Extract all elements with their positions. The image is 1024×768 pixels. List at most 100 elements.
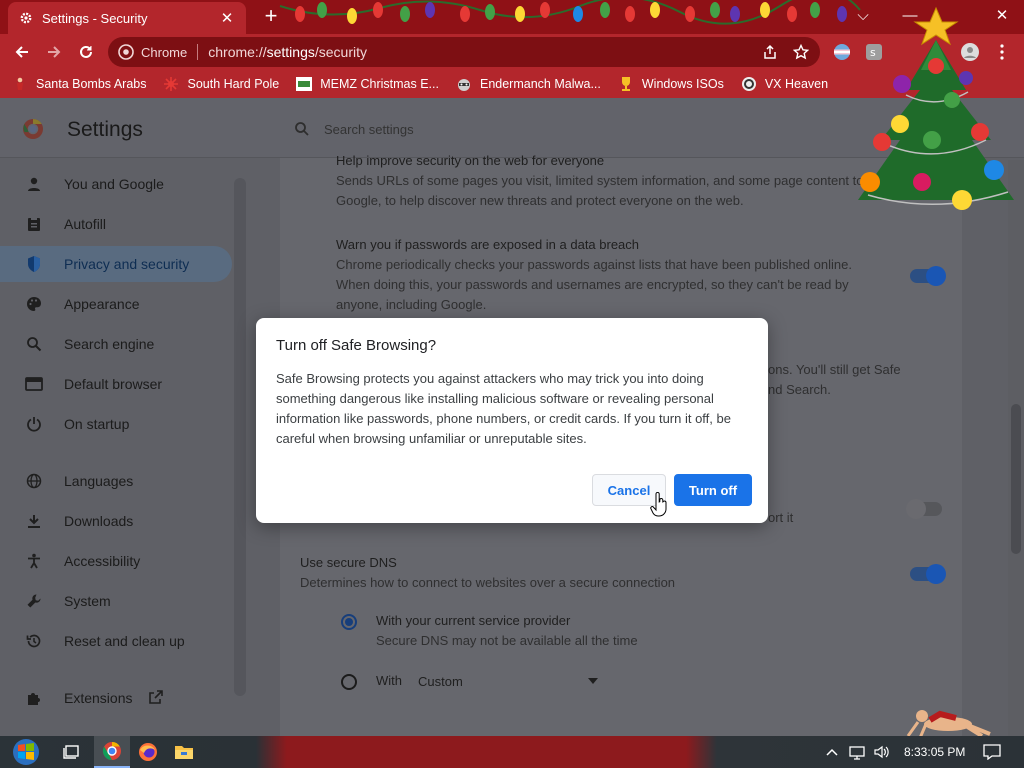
sidebar-item-search-engine[interactable]: Search engine	[0, 326, 232, 362]
browser-tab[interactable]: Settings - Security ✕	[8, 2, 246, 34]
settings-sidebar: You and Google Autofill Privacy and secu…	[0, 158, 250, 736]
volume-icon[interactable]	[873, 736, 891, 768]
task-view-button[interactable]	[54, 736, 90, 768]
raccoon-icon	[456, 76, 472, 92]
wrench-icon	[24, 591, 44, 611]
url-host: chrome://	[208, 44, 267, 60]
scrollbar-thumb[interactable]	[1011, 404, 1021, 554]
share-icon[interactable]	[760, 42, 780, 62]
accessibility-icon	[24, 551, 44, 571]
new-tab-button[interactable]: +	[260, 5, 282, 27]
search-settings-field[interactable]: Search settings	[282, 106, 862, 152]
start-button[interactable]	[4, 736, 48, 768]
setting-description: Chrome periodically checks your password…	[336, 257, 852, 272]
gear-icon	[18, 10, 34, 26]
memz-icon	[296, 76, 313, 92]
dialog-title: Turn off Safe Browsing?	[276, 337, 437, 354]
sidebar-item-label: Autofill	[64, 216, 107, 232]
site-info-chip[interactable]: Chrome	[118, 44, 199, 60]
turn-off-safe-browsing-dialog: Turn off Safe Browsing? Safe Browsing pr…	[256, 318, 768, 523]
network-icon[interactable]	[849, 736, 867, 768]
sidebar-item-reset-and-clean-up[interactable]: Reset and clean up	[0, 623, 232, 659]
sidebar-item-languages[interactable]: Languages	[0, 463, 232, 499]
sidebar-item-label: Default browser	[64, 376, 163, 392]
person-icon	[24, 174, 44, 194]
setting-description-peek: ort it	[768, 510, 794, 525]
sidebar-item-privacy-and-security[interactable]: Privacy and security	[0, 246, 232, 282]
history-icon	[24, 631, 44, 651]
hand-cursor-icon	[650, 492, 667, 517]
sidebar-item-extensions[interactable]: Extensions	[0, 680, 232, 716]
dialog-body: Safe Browsing protects you against attac…	[276, 371, 731, 446]
sidebar-item-label: Extensions	[64, 690, 133, 706]
tab-close-icon[interactable]: ✕	[218, 9, 236, 27]
sidebar-item-label: System	[64, 593, 111, 609]
search-icon	[295, 122, 309, 136]
power-icon	[24, 414, 44, 434]
taskbar-file-explorer-button[interactable]	[166, 736, 202, 768]
secure-dns-toggle[interactable]	[910, 564, 946, 584]
setting-description: Determines how to connect to websites ov…	[300, 575, 676, 590]
taskbar-firefox-button[interactable]	[130, 736, 166, 768]
bookmark-star-icon[interactable]	[791, 42, 811, 62]
url-path: /security	[314, 44, 367, 60]
forward-button[interactable]	[42, 40, 66, 64]
bookmark-label: Windows ISOs	[641, 77, 724, 91]
download-icon	[24, 511, 44, 531]
bookmark-item[interactable]: Endermanch Malwa...	[456, 76, 601, 92]
sidebar-item-default-browser[interactable]: Default browser	[0, 366, 232, 402]
figure-icon	[12, 76, 28, 92]
bookmark-label: Endermanch Malwa...	[479, 77, 601, 91]
chrome-icon	[118, 44, 134, 60]
bookmark-item[interactable]: Windows ISOs	[618, 76, 724, 92]
bookmark-label: VX Heaven	[764, 77, 829, 91]
sidebar-item-autofill[interactable]: Autofill	[0, 206, 232, 242]
sidebar-item-label: Privacy and security	[64, 256, 190, 272]
taskbar: 8:33:05 PM	[0, 736, 1024, 768]
toggle-knob	[926, 564, 946, 584]
sidebar-scrollbar[interactable]	[234, 178, 246, 696]
bookmark-item[interactable]: MEMZ Christmas E...	[296, 76, 439, 92]
dns-provider-radio-custom[interactable]	[341, 674, 357, 690]
task-view-icon	[63, 745, 79, 759]
bookmark-item[interactable]: VX Heaven	[741, 76, 828, 92]
site-label: Chrome	[141, 44, 188, 60]
setting-title: Help improve security on the web for eve…	[336, 153, 605, 168]
sidebar-item-you-and-google[interactable]: You and Google	[0, 166, 232, 202]
shield-icon	[24, 254, 44, 274]
toggle-knob	[926, 266, 946, 286]
setting-description-peek: ons. You'll still get Safe	[768, 362, 901, 377]
puzzle-icon	[24, 688, 44, 708]
sidebar-item-system[interactable]: System	[0, 583, 232, 619]
dns-provider-radio-current[interactable]	[341, 614, 357, 630]
sidebar-item-label: Accessibility	[64, 553, 141, 569]
bookmark-item[interactable]: South Hard Pole	[163, 76, 279, 92]
taskbar-chrome-button[interactable]	[94, 736, 130, 768]
sidebar-item-label: Languages	[64, 473, 134, 489]
address-bar[interactable]: Chrome chrome://settings/security	[108, 37, 820, 67]
setting-toggle-off[interactable]	[906, 499, 942, 519]
search-placeholder: Search settings	[324, 121, 414, 137]
turn-off-button[interactable]: Turn off	[674, 474, 752, 506]
back-arrow-icon	[15, 46, 28, 58]
sidebar-item-accessibility[interactable]: Accessibility	[0, 543, 232, 579]
setting-title: Use secure DNS	[300, 555, 397, 570]
sidebar-item-appearance[interactable]: Appearance	[0, 286, 232, 322]
tab-title: Settings - Security	[42, 10, 148, 26]
dns-provider-select[interactable]: Custom	[408, 667, 608, 695]
reload-button[interactable]	[74, 40, 98, 64]
page-scrollbar[interactable]	[1008, 160, 1024, 736]
sidebar-item-label: Downloads	[64, 513, 134, 529]
show-hidden-icons-button[interactable]	[826, 736, 838, 768]
action-center-icon[interactable]	[983, 736, 1001, 768]
system-clock[interactable]: 8:33:05 PM	[904, 736, 965, 768]
bookmark-item[interactable]: Santa Bombs Arabs	[12, 76, 146, 92]
sidebar-item-downloads[interactable]: Downloads	[0, 503, 232, 539]
chevron-down-icon	[588, 678, 598, 684]
sidebar-item-label: Reset and clean up	[64, 633, 185, 649]
sidebar-item-on-startup[interactable]: On startup	[0, 406, 232, 442]
back-button[interactable]	[10, 40, 34, 64]
bookmark-label: South Hard Pole	[187, 77, 280, 91]
bookmark-label: Santa Bombs Arabs	[36, 77, 147, 91]
password-leak-toggle[interactable]	[910, 266, 946, 286]
